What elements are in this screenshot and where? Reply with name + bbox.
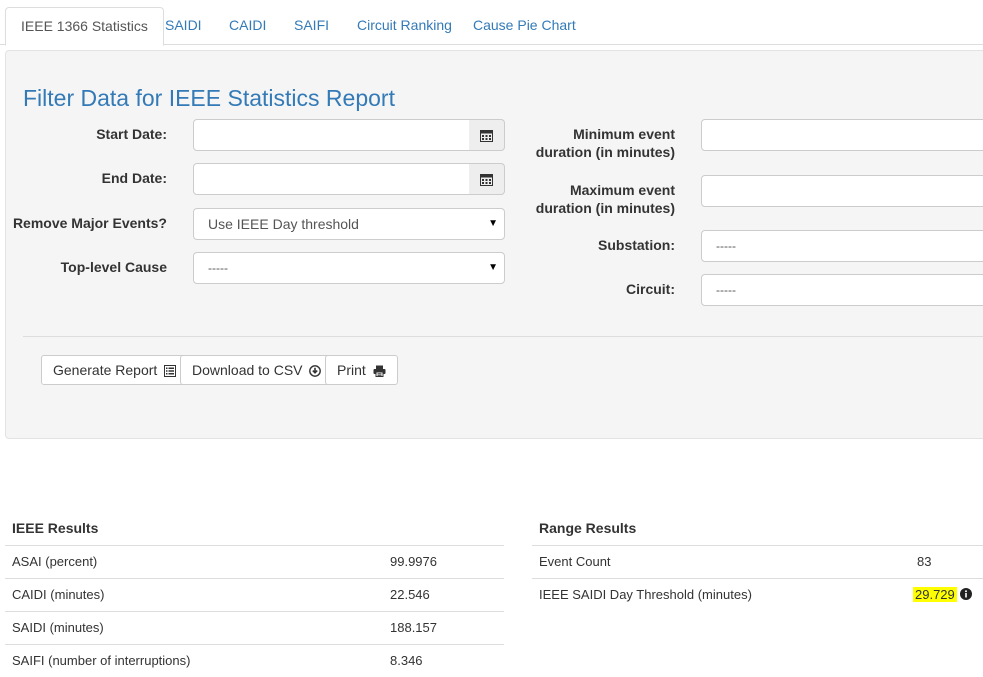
top-level-cause-value: ----- <box>208 261 228 275</box>
top-level-cause-select[interactable]: ----- ▼ <box>193 252 505 284</box>
max-duration-input[interactable] <box>701 175 983 207</box>
min-duration-label: Minimum event duration (in minutes) <box>535 126 675 160</box>
start-date-calendar-button[interactable] <box>469 119 505 151</box>
download-csv-button[interactable]: Download to CSV <box>180 355 334 385</box>
end-date-label: End Date: <box>101 170 167 186</box>
circuit-value: ----- <box>716 283 736 297</box>
info-icon[interactable] <box>960 588 973 600</box>
end-date-calendar-button[interactable] <box>469 163 505 195</box>
top-level-cause-label: Top-level Cause <box>60 259 167 275</box>
filter-panel: Filter Data for IEEE Statistics Report S… <box>5 50 983 439</box>
tab-bar: IEEE 1366 Statistics SAIDI CAIDI SAIFI C… <box>0 0 983 46</box>
download-csv-label: Download to CSV <box>192 362 303 378</box>
ieee-result-value: 99.9976 <box>390 554 437 569</box>
remove-major-events-select[interactable]: Use IEEE Day threshold ▼ <box>193 208 505 240</box>
dropdown-caret-icon: ▼ <box>488 218 498 229</box>
end-date-input[interactable] <box>193 163 470 195</box>
table-row: SAIDI (minutes) 188.157 <box>5 611 504 644</box>
start-date-input[interactable] <box>193 119 470 151</box>
range-results-heading: Range Results <box>539 520 637 536</box>
remove-major-events-label: Remove Major Events? <box>12 215 167 231</box>
circuit-select[interactable]: ----- <box>701 274 983 306</box>
substation-value: ----- <box>716 239 736 253</box>
download-circle-icon <box>309 365 322 378</box>
table-row: IEEE SAIDI Day Threshold (minutes) 29.72… <box>532 578 983 611</box>
ieee-result-name: ASAI (percent) <box>12 554 98 569</box>
dropdown-caret-icon: ▼ <box>488 262 498 273</box>
table-row: ASAI (percent) 99.9976 <box>5 545 504 578</box>
range-result-value: 83 <box>917 554 932 569</box>
tab-ieee-1366-statistics[interactable]: IEEE 1366 Statistics <box>5 7 164 46</box>
generate-report-label: Generate Report <box>53 362 158 378</box>
range-result-name: Event Count <box>539 554 611 569</box>
ieee-result-name: SAIDI (minutes) <box>12 620 104 635</box>
min-duration-input[interactable] <box>701 119 983 151</box>
tab-saidi[interactable]: SAIDI <box>150 7 217 45</box>
table-row: Event Count 83 <box>532 545 983 578</box>
calendar-icon <box>480 173 493 186</box>
circuit-label: Circuit: <box>626 281 675 297</box>
ieee-result-value: 22.546 <box>390 587 430 602</box>
list-icon <box>164 365 177 378</box>
table-row: CAIDI (minutes) 22.546 <box>5 578 504 611</box>
ieee-result-name: SAIFI (number of interruptions) <box>12 653 191 668</box>
table-row: SAIFI (number of interruptions) 8.346 <box>5 644 504 677</box>
ieee-results-heading: IEEE Results <box>12 520 99 536</box>
substation-label: Substation: <box>598 237 675 253</box>
range-result-value-wrap: 29.729 <box>913 587 973 602</box>
tab-cause-pie-chart[interactable]: Cause Pie Chart <box>458 7 591 45</box>
divider <box>23 336 983 337</box>
remove-major-events-value: Use IEEE Day threshold <box>208 216 359 232</box>
calendar-icon <box>480 129 493 142</box>
ieee-result-name: CAIDI (minutes) <box>12 587 105 602</box>
print-button[interactable]: Print <box>325 355 398 385</box>
filter-title: Filter Data for IEEE Statistics Report <box>23 85 395 111</box>
threshold-highlight: 29.729 <box>913 587 957 602</box>
range-result-name: IEEE SAIDI Day Threshold (minutes) <box>539 587 752 602</box>
ieee-result-value: 188.157 <box>390 620 437 635</box>
tab-caidi[interactable]: CAIDI <box>214 7 281 45</box>
ieee-result-value: 8.346 <box>390 653 423 668</box>
start-date-label: Start Date: <box>96 126 167 142</box>
generate-report-button[interactable]: Generate Report <box>41 355 189 385</box>
print-label: Print <box>337 362 366 378</box>
max-duration-label: Maximum event duration (in minutes) <box>535 182 675 216</box>
print-icon <box>373 365 386 378</box>
substation-select[interactable]: ----- <box>701 230 983 262</box>
tab-saifi[interactable]: SAIFI <box>279 7 344 45</box>
tab-circuit-ranking[interactable]: Circuit Ranking <box>342 7 467 45</box>
